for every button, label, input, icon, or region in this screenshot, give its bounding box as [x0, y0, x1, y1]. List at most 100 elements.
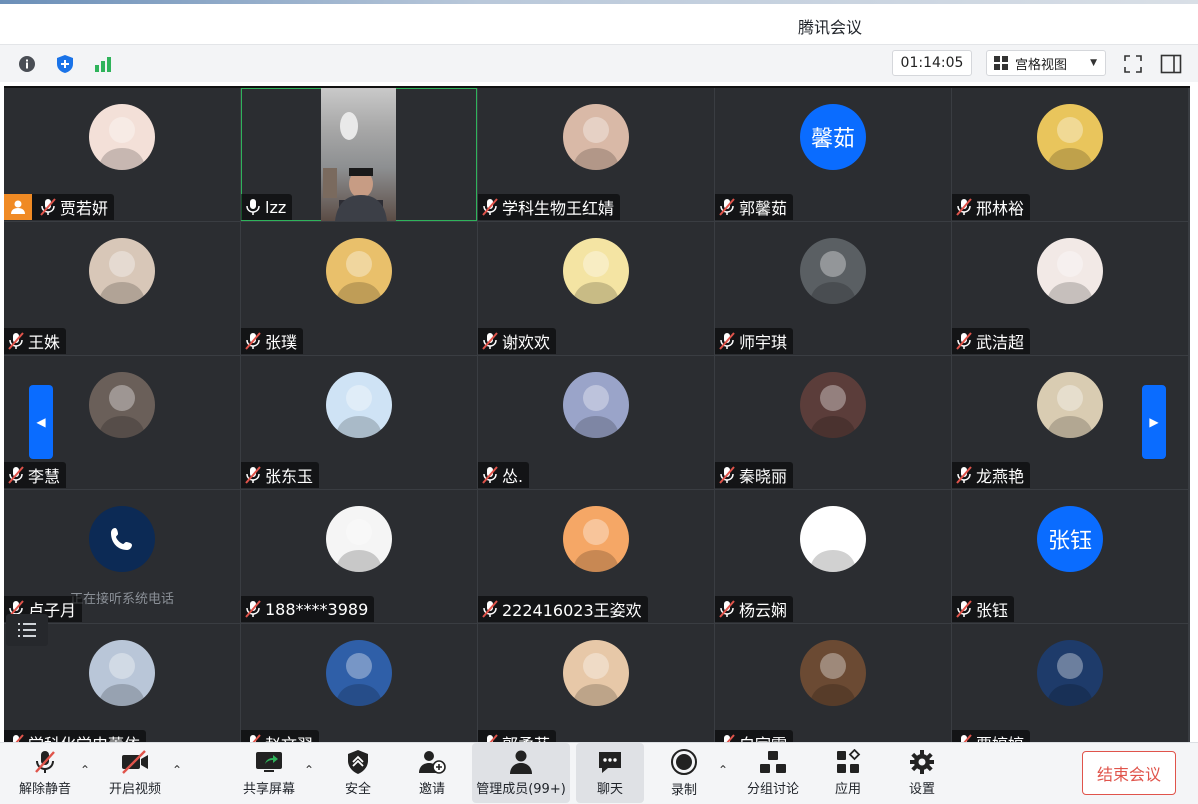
list-icon	[18, 623, 36, 637]
participant-tile[interactable]: 张钰 张钰	[952, 490, 1188, 623]
chat-label: 聊天	[596, 782, 623, 797]
participant-name: 李慧	[28, 467, 61, 486]
avatar-image	[810, 251, 856, 304]
avatar-image	[573, 117, 619, 170]
participant-name-tag: 秦晓丽	[715, 462, 794, 488]
participant-name-tag: 李慧	[4, 462, 67, 488]
participant-tile[interactable]: 武洁超	[952, 222, 1188, 355]
record-button[interactable]: 录制	[658, 743, 710, 803]
participant-name: 秦晓丽	[739, 467, 788, 486]
sidebar-toggle-icon[interactable]	[1158, 51, 1184, 77]
participant-tile[interactable]: 郭柔芬	[478, 624, 714, 742]
security-label: 安全	[344, 782, 371, 797]
signal-icon[interactable]	[90, 51, 116, 77]
participant-grid: 贾若妍 lzz 学科生物王红婧 馨茹 郭馨茹邢林裕王姝 张璞 谢欢欢 师宇琪 武洁超李慧 张东玉怂…	[4, 86, 1190, 742]
participant-tile[interactable]: 222416023王姿欢	[478, 490, 714, 623]
participant-list-toggle[interactable]	[6, 614, 48, 646]
participant-name: 学科化学史蕾依	[28, 731, 140, 742]
participant-name-tag: lzz	[241, 194, 293, 220]
participant-tile[interactable]: 188****3989	[241, 490, 477, 623]
avatar	[563, 640, 629, 706]
participant-name: 188****3989	[265, 599, 369, 619]
mic-muted-icon	[956, 734, 972, 742]
participant-tile[interactable]: 馨茹 郭馨茹	[715, 88, 951, 221]
invite-user-icon	[419, 751, 446, 774]
participant-tile[interactable]: 贾若妍	[4, 88, 240, 221]
participant-name-tag: 龙燕艳	[952, 462, 1031, 488]
apps-button[interactable]: 应用	[822, 743, 874, 803]
invite-button[interactable]: 邀请	[404, 743, 460, 803]
mic-muted-icon	[719, 600, 735, 618]
mic-on-icon	[245, 198, 261, 216]
audio-options-chevron-icon[interactable]: ⌃	[80, 763, 90, 777]
breakout-label: 分组讨论	[746, 782, 799, 797]
participant-tile[interactable]: 王姝	[4, 222, 240, 355]
participant-name: 郭馨茹	[739, 199, 788, 218]
participant-tile[interactable]: 谢欢欢	[478, 222, 714, 355]
participant-tile[interactable]: 张璞	[241, 222, 477, 355]
avatar-image	[99, 251, 145, 304]
mic-muted-icon	[719, 198, 735, 216]
breakout-rooms-button[interactable]: 分组讨论	[742, 743, 804, 803]
mic-muted-icon	[482, 332, 498, 350]
participant-tile[interactable]: 师宇琪	[715, 222, 951, 355]
unmute-label: 解除静音	[18, 782, 71, 797]
participant-name-tag: 武洁超	[952, 328, 1031, 354]
mic-muted-icon	[245, 600, 261, 618]
prev-page-button[interactable]: ◀	[29, 385, 53, 459]
avatar-image	[1047, 653, 1093, 706]
participant-tile[interactable]: 秦晓丽	[715, 356, 951, 489]
mic-muted-icon	[40, 198, 56, 216]
unmute-button[interactable]: 解除静音	[14, 743, 76, 803]
next-page-button[interactable]: ▶	[1142, 385, 1166, 459]
participant-name: 杨云娴	[739, 601, 788, 620]
security-shield-icon	[348, 750, 368, 774]
mic-muted-icon	[482, 734, 498, 742]
avatar	[89, 238, 155, 304]
participant-tile[interactable]: 贾婷婷	[952, 624, 1188, 742]
participant-tile[interactable]: 怂.	[478, 356, 714, 489]
record-options-chevron-icon[interactable]: ⌃	[718, 763, 728, 777]
mic-muted-icon	[8, 466, 24, 484]
start-video-button[interactable]: 开启视频	[104, 743, 166, 803]
info-icon[interactable]	[14, 51, 40, 77]
video-options-chevron-icon[interactable]: ⌃	[172, 763, 182, 777]
participant-tile[interactable]: 杨云娴	[715, 490, 951, 623]
share-screen-label: 共享屏幕	[242, 782, 295, 797]
manage-members-button[interactable]: 管理成员(99+)	[472, 743, 570, 803]
participant-name-tag: 张璞	[241, 328, 304, 354]
share-screen-button[interactable]: 共享屏幕	[238, 743, 300, 803]
meeting-control-bar: 解除静音 ⌃ 开启视频 ⌃ 共享屏幕 ⌃ 安全 邀请 管理成员(99+) 聊天	[0, 742, 1198, 804]
end-meeting-button[interactable]: 结束会议	[1082, 751, 1176, 795]
avatar	[326, 372, 392, 438]
mic-muted-icon	[956, 332, 972, 350]
shield-icon[interactable]	[52, 51, 78, 77]
participant-tile[interactable]: 学科生物王红婧	[478, 88, 714, 221]
video-off-icon	[122, 750, 148, 774]
avatar	[800, 238, 866, 304]
security-button[interactable]: 安全	[330, 743, 386, 803]
participant-tile[interactable]: 赵文羿	[241, 624, 477, 742]
mic-muted-icon	[719, 466, 735, 484]
chat-button[interactable]: 聊天	[576, 743, 644, 803]
participant-tile[interactable]: 白宇霏	[715, 624, 951, 742]
participant-tile[interactable]: lzz	[241, 88, 477, 221]
share-options-chevron-icon[interactable]: ⌃	[304, 763, 314, 777]
avatar	[563, 506, 629, 572]
participant-tile[interactable]: 正在接听系统电话 卢子月	[4, 490, 240, 623]
manage-members-label: 管理成员(99+)	[476, 782, 566, 797]
avatar	[800, 372, 866, 438]
participant-tile[interactable]: 邢林裕	[952, 88, 1188, 221]
mic-muted-icon	[956, 198, 972, 216]
participant-name: 学科生物王红婧	[502, 199, 615, 218]
participant-name-tag: 白宇霏	[715, 730, 794, 742]
view-mode-label: 宫格视图	[1015, 57, 1068, 73]
participant-tile[interactable]: 张东玉	[241, 356, 477, 489]
participant-name-tag: 贾婷婷	[952, 730, 1031, 742]
view-mode-select[interactable]: 宫格视图 ▼	[986, 50, 1106, 76]
participant-name: 邢林裕	[976, 199, 1025, 218]
fullscreen-icon[interactable]	[1120, 51, 1146, 77]
settings-button[interactable]: 设置	[896, 743, 948, 803]
participant-name: 谢欢欢	[502, 333, 551, 352]
participant-name-tag: 学科生物王红婧	[478, 194, 621, 220]
